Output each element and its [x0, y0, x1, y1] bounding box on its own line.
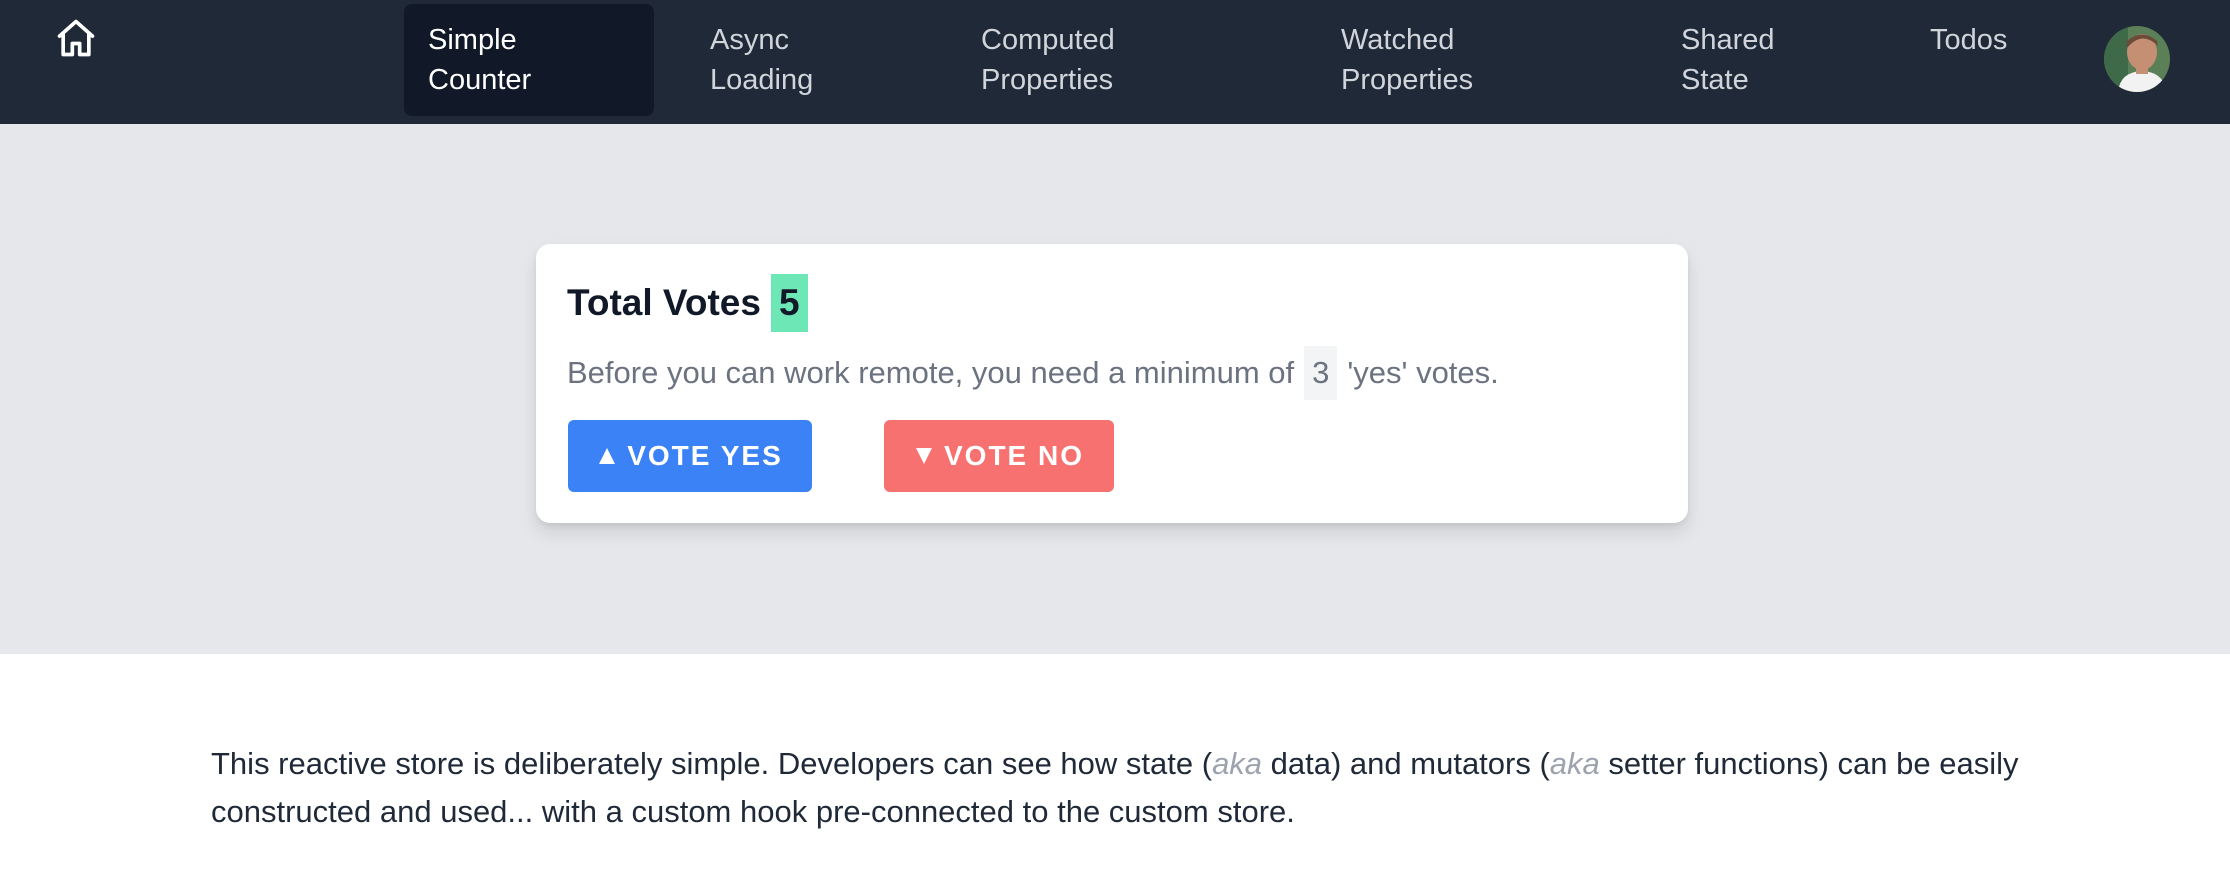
description-part-2: data) and mutators (: [1262, 746, 1550, 781]
description-part-1: This reactive store is deliberately simp…: [211, 746, 1213, 781]
nav-item-async-loading[interactable]: Async Loading: [686, 4, 846, 116]
vote-card: Total Votes 5 Before you can work remote…: [536, 244, 1688, 523]
requirement-text-after: 'yes' votes.: [1347, 355, 1499, 390]
store-description: This reactive store is deliberately simp…: [211, 740, 2031, 836]
home-button[interactable]: [48, 10, 104, 66]
nav-item-label-line1: Async: [710, 24, 789, 56]
nav-item-label-line1: Watched: [1341, 24, 1455, 56]
wave-divider: [0, 612, 2230, 645]
requirement-text-before: Before you can work remote, you need a m…: [567, 355, 1295, 390]
nav-item-label-line2: Counter: [428, 64, 532, 96]
nav-item-simple-counter[interactable]: Simple Counter: [404, 4, 654, 116]
minimum-votes-badge: 3: [1304, 346, 1338, 400]
triangle-down-icon: [915, 448, 932, 464]
nav-item-label-line2: Properties: [981, 64, 1114, 96]
card-title-text: Total Votes: [567, 282, 761, 323]
vote-no-label: VOTE NO: [943, 440, 1084, 471]
nav-item-label-line1: Shared: [1681, 24, 1775, 56]
nav-item-todos[interactable]: Todos: [1906, 4, 2036, 116]
triangle-up-icon: [599, 448, 616, 464]
vote-count-badge: 5: [770, 274, 808, 332]
nav-item-label-line1: Todos: [1930, 24, 2008, 56]
nav-item-computed-properties[interactable]: Computed Properties: [957, 4, 1167, 116]
nav-item-watched-properties[interactable]: Watched Properties: [1317, 4, 1527, 116]
nav-item-shared-state[interactable]: Shared State: [1657, 4, 1807, 116]
card-title: Total Votes 5: [567, 273, 808, 333]
home-icon: [57, 19, 95, 57]
user-avatar[interactable]: [2104, 26, 2170, 92]
aka-text: aka: [1212, 746, 1263, 781]
aka-text: aka: [1549, 746, 1600, 781]
nav-item-label-line2: Loading: [710, 64, 814, 96]
nav-item-label-line2: Properties: [1341, 64, 1474, 96]
nav-item-label-line1: Computed: [981, 24, 1115, 56]
vote-yes-button[interactable]: VOTE YES: [568, 420, 812, 492]
nav-item-label-line2: State: [1681, 64, 1749, 96]
vote-no-button[interactable]: VOTE NO: [884, 420, 1114, 492]
vote-requirement-text: Before you can work remote, you need a m…: [567, 344, 1499, 402]
vote-yes-label: VOTE YES: [627, 440, 783, 471]
top-navbar: Simple Counter Async Loading Computed Pr…: [0, 0, 2230, 124]
avatar-icon: [2104, 26, 2170, 92]
nav-item-label-line1: Simple: [428, 24, 517, 56]
